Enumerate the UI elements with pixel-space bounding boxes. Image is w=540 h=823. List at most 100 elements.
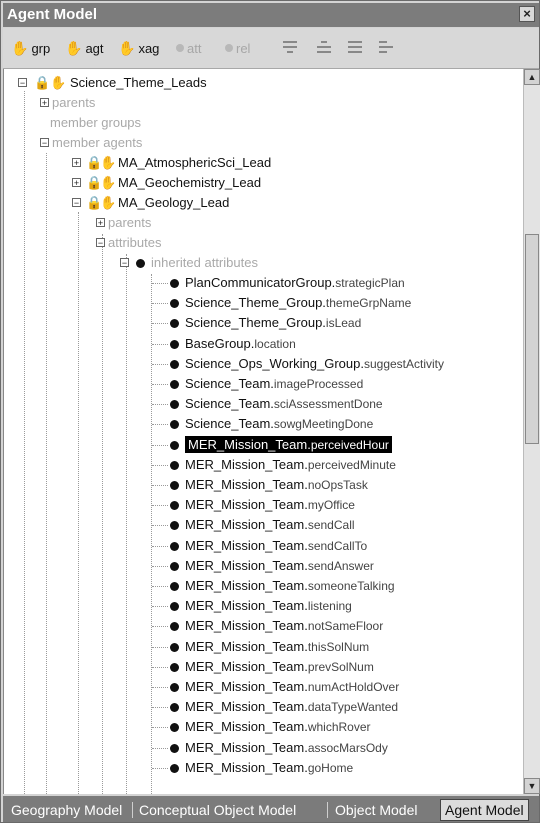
expand-icon[interactable]: +: [72, 178, 81, 188]
agent-button[interactable]: ✋ agt: [65, 38, 104, 58]
attribute-field: themeGrpName: [325, 296, 412, 310]
attribute-dot-icon: [170, 360, 179, 370]
toolbar: ✋ grp ✋ agt ✋ xag att rel: [3, 28, 539, 69]
tab-geography-model[interactable]: Geography Model: [11, 801, 122, 819]
close-button[interactable]: ×: [519, 6, 535, 22]
node-label: MA_Geochemistry_Lead: [118, 175, 262, 190]
tree-line: [152, 768, 168, 769]
node-label: member groups: [50, 115, 142, 130]
attribute-item[interactable]: Science_Team.sowgMeetingDone: [170, 414, 373, 434]
tab-conceptual-object-model[interactable]: Conceptual Object Model: [139, 801, 296, 819]
group-label: grp: [31, 40, 51, 56]
xagent-button[interactable]: ✋ xag: [118, 38, 159, 58]
scroll-down-icon[interactable]: ▼: [524, 778, 540, 794]
attribute-dot-icon: [170, 340, 179, 350]
attribute-label: MER_Mission_Team.thisSolNum: [185, 639, 369, 654]
tree-line: [152, 485, 168, 486]
attribute-item[interactable]: MER_Mission_Team.goHome: [170, 758, 353, 778]
attribute-dot-icon: [170, 562, 179, 572]
attribute-item[interactable]: Science_Ops_Working_Group.suggestActivit…: [170, 354, 444, 374]
attribute-item[interactable]: Science_Theme_Group.isLead: [170, 313, 361, 333]
attribute-dot-icon: [170, 683, 179, 693]
scroll-up-icon[interactable]: ▲: [524, 69, 540, 85]
attribute-item[interactable]: Science_Team.sciAssessmentDone: [170, 394, 383, 414]
attribute-label: MER_Mission_Team.someoneTalking: [185, 578, 395, 593]
attribute-item[interactable]: MER_Mission_Team.sendCall: [170, 515, 355, 535]
attribute-item[interactable]: MER_Mission_Team.myOffice: [170, 495, 355, 515]
collapse-all-icon[interactable]: [379, 38, 393, 56]
sort-up-icon[interactable]: [283, 38, 297, 56]
sort-down-icon[interactable]: [317, 38, 331, 56]
collapse-icon[interactable]: −: [40, 138, 49, 148]
attribute-item[interactable]: MER_Mission_Team.someoneTalking: [170, 576, 395, 596]
tree-line: [152, 404, 168, 405]
node-label: parents: [52, 95, 96, 110]
tree-line: [152, 465, 168, 466]
vertical-scrollbar[interactable]: ▲ ▼: [523, 69, 540, 794]
attribute-item[interactable]: PlanCommunicatorGroup.strategicPlan: [170, 273, 405, 293]
attribute-item[interactable]: MER_Mission_Team.dataTypeWanted: [170, 697, 398, 717]
attribute-item[interactable]: MER_Mission_Team.notSameFloor: [170, 616, 383, 636]
collapse-icon[interactable]: −: [72, 198, 81, 208]
attribute-field: perceivedMinute: [307, 458, 396, 472]
attribute-item[interactable]: MER_Mission_Team.thisSolNum: [170, 637, 369, 657]
attribute-dot-icon: [170, 723, 179, 733]
attribute-field: perceivedHour: [310, 438, 389, 452]
attribute-label: MER_Mission_Team.myOffice: [185, 497, 355, 512]
node-label: member agents: [52, 135, 143, 150]
tree-line: [152, 606, 168, 607]
expand-icon[interactable]: +: [72, 158, 81, 168]
attribute-field: noOpsTask: [307, 478, 368, 492]
attribute-item[interactable]: Science_Team.imageProcessed: [170, 374, 363, 394]
group-button[interactable]: ✋ grp: [11, 38, 50, 58]
tree-line: [152, 626, 168, 627]
attribute-item[interactable]: MER_Mission_Team.listening: [170, 596, 352, 616]
collapse-icon[interactable]: −: [120, 258, 129, 268]
tree-line: [152, 586, 168, 587]
attribute-item[interactable]: MER_Mission_Team.prevSolNum: [170, 657, 374, 677]
attribute-item[interactable]: MER_Mission_Team.noOpsTask: [170, 475, 368, 495]
attribute-field: goHome: [307, 761, 354, 775]
agent-tree: − 🔒 ✋ Science_Theme_Leads + parents memb…: [3, 69, 523, 794]
tree-line: [152, 364, 168, 365]
expand-icon[interactable]: +: [40, 98, 49, 108]
relation-button[interactable]: rel: [225, 38, 250, 58]
model-tabs: Geography Model Conceptual Object Model …: [3, 796, 539, 822]
collapse-icon[interactable]: −: [96, 238, 105, 248]
expand-icon[interactable]: +: [96, 218, 105, 228]
attribute-class: MER_Mission_Team.: [185, 477, 308, 492]
tab-object-model[interactable]: Object Model: [335, 801, 417, 819]
attribute-item[interactable]: MER_Mission_Team.whichRover: [170, 717, 371, 737]
attribute-item[interactable]: MER_Mission_Team.assocMarsOdy: [170, 738, 388, 758]
attribute-field: imageProcessed: [273, 377, 364, 391]
attribute-button[interactable]: att: [176, 38, 201, 58]
tree-node-member-groups[interactable]: member groups: [50, 113, 141, 133]
node-label: MA_Geology_Lead: [118, 195, 230, 210]
attribute-class: MER_Mission_Team.: [185, 719, 308, 734]
attribute-class: MER_Mission_Team.: [185, 679, 308, 694]
attribute-item[interactable]: MER_Mission_Team.sendAnswer: [170, 556, 374, 576]
attribute-item[interactable]: BaseGroup.location: [170, 334, 296, 354]
node-label: inherited attributes: [151, 255, 258, 270]
attribute-field: someoneTalking: [307, 579, 395, 593]
attribute-item[interactable]: MER_Mission_Team.perceivedMinute: [170, 455, 396, 475]
attribute-item[interactable]: Science_Theme_Group.themeGrpName: [170, 293, 411, 313]
attribute-class: MER_Mission_Team.: [185, 639, 308, 654]
attribute-item[interactable]: MER_Mission_Team.perceivedHour: [170, 435, 392, 455]
attribute-label: Science_Team.sciAssessmentDone: [185, 396, 383, 411]
tab-agent-model[interactable]: Agent Model: [440, 799, 529, 821]
hand-icon: ✋: [11, 39, 29, 56]
collapse-icon[interactable]: −: [18, 78, 27, 88]
tree-line: [152, 748, 168, 749]
attribute-dot-icon: [136, 259, 145, 269]
title-bar: Agent Model ×: [3, 3, 539, 27]
window-title: Agent Model: [7, 6, 97, 23]
attribute-item[interactable]: MER_Mission_Team.sendCallTo: [170, 536, 367, 556]
attribute-class: MER_Mission_Team.: [185, 598, 308, 613]
attribute-item[interactable]: MER_Mission_Team.numActHoldOver: [170, 677, 399, 697]
scroll-thumb[interactable]: [525, 234, 539, 444]
expand-all-icon[interactable]: [348, 38, 362, 56]
attribute-dot-icon: [170, 521, 179, 531]
attribute-dot-icon: [170, 380, 179, 390]
attribute-label: MER_Mission_Team.sendAnswer: [185, 558, 374, 573]
